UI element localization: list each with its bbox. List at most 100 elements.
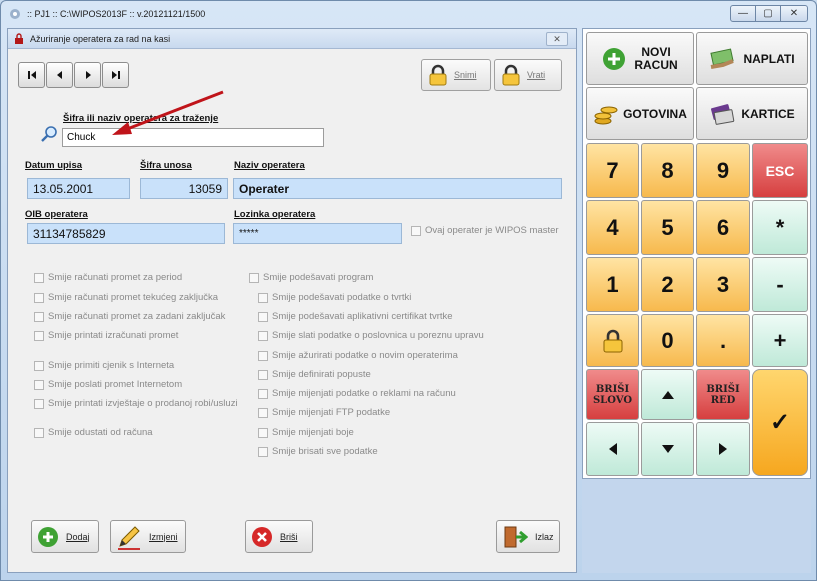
perm-right-item[interactable]: Smije definirati popuste [258,369,371,380]
dialog-title-bar: Ažuriranje operatera za rad na kasi ✕ [8,29,576,49]
right-arrow-icon [719,443,727,455]
perm-right-item[interactable]: Smije slati podatke o poslovnica u porez… [258,330,484,341]
padlock-icon [429,64,447,86]
exit-door-icon [504,526,528,547]
key-1[interactable]: 1 [586,257,639,312]
perm-setup-program[interactable]: Smije podešavati program [249,272,373,283]
perm-left-item[interactable]: Smije računati promet tekućeg zaključka [34,292,218,303]
code-label: Šifra unosa [140,160,192,171]
down-arrow-icon [661,445,674,453]
delete-icon [252,526,272,547]
key-2[interactable]: 2 [641,257,694,312]
revert-button[interactable]: Vrati [494,59,562,91]
perm-right-item[interactable]: Smije podešavati podatke o tvrtki [258,292,411,303]
down-arrow-button[interactable] [641,422,694,476]
application-window: :: PJ1 :: C:\WIPOS2013F :: v.20121121/15… [0,0,817,581]
lock-key[interactable] [586,314,639,367]
maximize-button[interactable]: ▢ [755,5,781,22]
perm-left-item[interactable]: Smije odustati od računa [34,427,153,438]
operator-dialog: Ažuriranje operatera za rad na kasi ✕ Sn… [7,28,577,573]
lock-icon [15,33,23,44]
right-arrow-button[interactable] [696,422,750,476]
perm-left-item[interactable]: Smije primiti cjenik s Interneta [34,360,174,371]
key-4[interactable]: 4 [586,200,639,255]
password-field[interactable]: ***** [233,223,402,244]
close-icon: ✕ [553,33,561,44]
padlock-icon [603,329,622,352]
key-5[interactable]: 5 [641,200,694,255]
cash-label: GOTOVINA [623,106,687,121]
esc-button[interactable]: ESC [752,143,808,198]
cards-button[interactable]: KARTICE [696,87,808,140]
pos-keypad: NOVI RACUN NAPLATI GOTOVINA KARTICE 7 8 … [582,28,811,479]
code-field[interactable]: 13059 [140,178,228,199]
left-arrow-button[interactable] [586,422,639,476]
minus-key[interactable]: - [752,257,808,312]
last-record-button[interactable] [102,62,129,88]
name-label: Naziv operatera [234,160,305,171]
key-8[interactable]: 8 [641,143,694,198]
add-button[interactable]: Dodaj [31,520,99,553]
skip-last-icon [111,71,120,79]
window-title-bar: :: PJ1 :: C:\WIPOS2013F :: v.20121121/15… [1,1,816,27]
perm-right-item[interactable]: Smije ažurirati podatke o novim operater… [258,350,458,361]
key-9[interactable]: 9 [696,143,750,198]
perm-right-item[interactable]: Smije mijenjati FTP podatke [258,407,390,418]
new-receipt-button[interactable]: NOVI RACUN [586,32,694,85]
delete-row-button[interactable]: BRIŠI RED [696,369,750,420]
pencil-icon [118,525,140,550]
delete-char-button[interactable]: BRIŠI SLOVO [586,369,639,420]
close-window-button[interactable]: ✕ [780,5,808,22]
name-field[interactable]: Operater [233,178,562,199]
password-label: Lozinka operatera [234,209,316,220]
dot-key[interactable]: . [696,314,750,367]
perm-right-item[interactable]: Smije brisati sve podatke [258,446,378,457]
dialog-close-button[interactable]: ✕ [546,32,568,46]
plus-circle-icon [38,526,58,547]
next-record-button[interactable] [74,62,101,88]
perm-left-item[interactable]: Smije poslati promet Internetom [34,379,182,390]
date-field[interactable]: 13.05.2001 [27,178,130,199]
key-6[interactable]: 6 [696,200,750,255]
key-7[interactable]: 7 [586,143,639,198]
perm-left-item[interactable]: Smije računati promet za zadani zaključa… [34,311,225,322]
up-arrow-button[interactable] [641,369,694,420]
add-label: Dodaj [66,531,90,542]
confirm-button[interactable]: ✓ [752,369,808,476]
oib-label: OIB operatera [25,209,88,220]
save-label: Snimi [454,70,477,80]
annotation-arrow [112,90,224,135]
save-button[interactable]: Snimi [421,59,491,91]
delete-label: Briši [280,531,298,542]
edit-button[interactable]: Izmjeni [110,520,186,553]
perm-right-item[interactable]: Smije mijenjati podatke o reklami na rač… [258,388,456,399]
perm-right-item[interactable]: Smije podešavati aplikativni certifikat … [258,311,453,322]
oib-field[interactable]: 31134785829 [27,223,225,244]
revert-label: Vrati [527,70,546,80]
minimize-button[interactable]: — [730,5,756,22]
cards-label: KARTICE [741,106,795,121]
master-checkbox[interactable]: Ovaj operater je WIPOS master [411,225,559,236]
cash-button[interactable]: GOTOVINA [586,87,694,140]
first-record-button[interactable] [18,62,45,88]
previous-record-button[interactable] [46,62,73,88]
key-3[interactable]: 3 [696,257,750,312]
next-icon [85,71,91,79]
left-arrow-icon [608,443,617,455]
date-label: Datum upisa [25,160,83,171]
key-0[interactable]: 0 [641,314,694,367]
perm-left-item[interactable]: Smije printati izračunati promet [34,330,178,341]
keypad-background [582,479,811,573]
plus-key[interactable]: + [752,314,808,367]
exit-label: Izlaz [535,531,554,542]
maximize-icon: ▢ [763,8,773,19]
perm-left-item[interactable]: Smije računati promet za period [34,272,182,283]
credit-card-icon [711,103,735,125]
exit-button[interactable]: Izlaz [496,520,560,553]
search-icon[interactable] [40,125,58,143]
multiply-key[interactable]: * [752,200,808,255]
delete-button[interactable]: Briši [245,520,313,553]
pay-button[interactable]: NAPLATI [696,32,808,85]
perm-right-item[interactable]: Smije mijenjati boje [258,427,354,438]
perm-left-item[interactable]: Smije printati izvještaje o prodanoj rob… [34,398,238,409]
